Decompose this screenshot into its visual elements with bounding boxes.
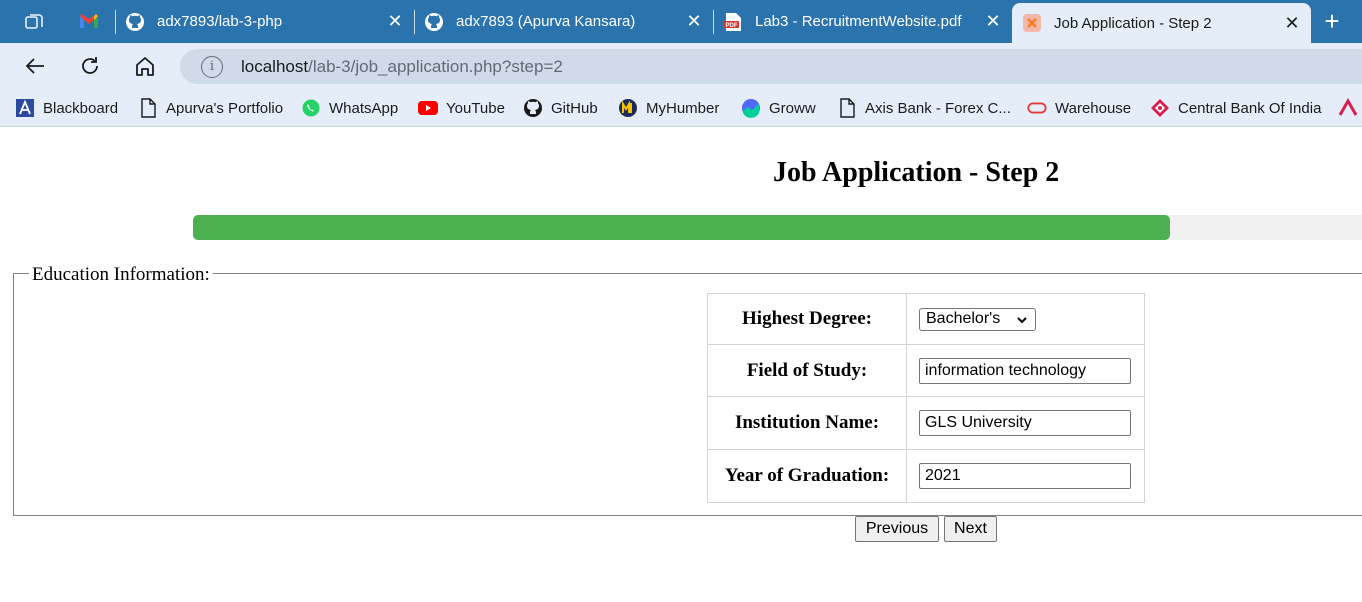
pdf-icon: PDF bbox=[723, 12, 743, 32]
svg-text:PDF: PDF bbox=[726, 22, 738, 28]
address-bar[interactable]: i localhost/lab-3/job_application.php?st… bbox=[180, 49, 1362, 84]
github-icon bbox=[125, 12, 145, 32]
address-toolbar: i localhost/lab-3/job_application.php?st… bbox=[0, 43, 1362, 89]
bookmark-label: WhatsApp bbox=[329, 99, 399, 117]
bookmark-central-bank[interactable]: Central Bank Of India bbox=[1150, 97, 1321, 119]
table-row: Field of Study: information technology bbox=[707, 344, 1145, 397]
bookmark-label: YouTube bbox=[446, 99, 505, 117]
chevron-down-icon bbox=[1017, 316, 1027, 323]
tab-profile[interactable]: adx7893 (Apurva Kansara) ✕ bbox=[414, 0, 713, 43]
degree-selected-value: Bachelor's bbox=[926, 310, 1001, 327]
field-of-study-label: Field of Study: bbox=[707, 344, 907, 397]
plus-icon[interactable]: + bbox=[1316, 8, 1348, 35]
back-icon[interactable] bbox=[21, 52, 49, 80]
bookmark-label: GitHub bbox=[551, 99, 598, 117]
tab-title: Job Application - Step 2 bbox=[1054, 14, 1212, 32]
url-host: localhost bbox=[241, 56, 309, 76]
table-row: Year of Graduation: 2021 bbox=[707, 449, 1145, 503]
info-icon[interactable]: i bbox=[201, 55, 223, 78]
progress-bar-fill bbox=[193, 215, 1170, 240]
table-row: Highest Degree: Bachelor's bbox=[707, 293, 1145, 345]
groww-icon bbox=[741, 98, 761, 118]
close-icon[interactable]: ✕ bbox=[384, 11, 406, 33]
tab-title: adx7893 (Apurva Kansara) bbox=[456, 13, 636, 30]
xampp-icon bbox=[1022, 13, 1042, 33]
youtube-icon bbox=[418, 98, 438, 118]
bookmark-whatsapp[interactable]: WhatsApp bbox=[301, 97, 398, 119]
home-icon[interactable] bbox=[131, 52, 159, 80]
bookmark-portfolio[interactable]: Apurva's Portfolio bbox=[138, 97, 283, 119]
tab-title: Lab3 - RecruitmentWebsite.pdf bbox=[755, 13, 962, 30]
bookmark-label: Groww bbox=[769, 99, 816, 117]
degree-select[interactable]: Bachelor's bbox=[919, 307, 1036, 331]
tab-lab-3-php[interactable]: adx7893/lab-3-php ✕ bbox=[115, 0, 414, 43]
page-title: Job Application - Step 2 bbox=[773, 157, 1060, 188]
bookmark-label: MyHumber bbox=[646, 99, 720, 117]
bookmark-groww[interactable]: Groww bbox=[741, 97, 816, 119]
close-icon[interactable]: ✕ bbox=[1281, 12, 1303, 34]
field-of-study-input[interactable]: information technology bbox=[919, 357, 1131, 384]
overflow-bookmark-icon bbox=[1338, 98, 1358, 118]
close-icon[interactable]: ✕ bbox=[683, 11, 705, 33]
bookmark-youtube[interactable]: YouTube bbox=[418, 97, 505, 119]
page-icon bbox=[837, 98, 857, 118]
centralbank-icon bbox=[1150, 98, 1170, 118]
bookmark-github[interactable]: GitHub bbox=[523, 97, 598, 119]
degree-label: Highest Degree: bbox=[707, 293, 907, 345]
url-text: localhost/lab-3/job_application.php?step… bbox=[241, 57, 563, 77]
warehouse-icon bbox=[1027, 98, 1047, 118]
previous-button[interactable]: Previous bbox=[855, 516, 939, 542]
blackboard-icon bbox=[15, 98, 35, 118]
institution-name-input[interactable]: GLS University bbox=[919, 410, 1131, 436]
url-path: /lab-3/job_application.php?step=2 bbox=[308, 56, 563, 76]
bookmark-label: Axis Bank - Forex C... bbox=[865, 99, 1011, 117]
graduation-year-label: Year of Graduation: bbox=[707, 449, 907, 503]
tab-actions-icon[interactable] bbox=[14, 8, 54, 35]
tab-pdf[interactable]: PDF Lab3 - RecruitmentWebsite.pdf ✕ bbox=[713, 0, 1012, 43]
bookmark-myhumber[interactable]: MyHumber bbox=[618, 97, 719, 119]
bookmark-overflow[interactable] bbox=[1338, 97, 1362, 119]
github-icon bbox=[523, 98, 543, 118]
gmail-icon[interactable] bbox=[77, 10, 101, 32]
bookmark-warehouse[interactable]: Warehouse bbox=[1027, 97, 1131, 119]
bookmark-label: Apurva's Portfolio bbox=[166, 99, 284, 117]
tab-job-application[interactable]: Job Application - Step 2 ✕ bbox=[1012, 3, 1311, 43]
github-icon bbox=[424, 12, 444, 32]
bookmark-label: Warehouse bbox=[1055, 99, 1132, 117]
tab-strip: adx7893/lab-3-php ✕ adx7893 (Apurva Kans… bbox=[0, 0, 1362, 43]
institution-name-label: Institution Name: bbox=[707, 396, 907, 450]
bookmark-blackboard[interactable]: Blackboard bbox=[15, 97, 118, 119]
bookmark-label: Blackboard bbox=[43, 99, 119, 117]
refresh-icon[interactable] bbox=[76, 52, 104, 80]
tab-title: adx7893/lab-3-php bbox=[157, 13, 283, 30]
section-legend: Education Information: bbox=[29, 264, 213, 286]
education-fieldset bbox=[13, 273, 1362, 516]
education-form-table: Highest Degree: Bachelor's Field of Stud… bbox=[707, 293, 1145, 503]
whatsapp-icon bbox=[301, 98, 321, 118]
close-icon[interactable]: ✕ bbox=[982, 11, 1004, 33]
page-icon bbox=[138, 98, 158, 118]
myhumber-icon bbox=[618, 98, 638, 118]
bookmark-label: Central Bank Of India bbox=[1178, 99, 1322, 117]
graduation-year-input[interactable]: 2021 bbox=[919, 463, 1131, 489]
bookmarks-bar: Blackboard Apurva's Portfolio WhatsApp Y… bbox=[0, 89, 1362, 127]
next-button[interactable]: Next bbox=[944, 516, 997, 542]
page-content: Job Application - Step 2 Education Infor… bbox=[0, 128, 1362, 602]
table-row: Institution Name: GLS University bbox=[707, 396, 1145, 450]
bookmark-axis-bank[interactable]: Axis Bank - Forex C... bbox=[837, 97, 1011, 119]
